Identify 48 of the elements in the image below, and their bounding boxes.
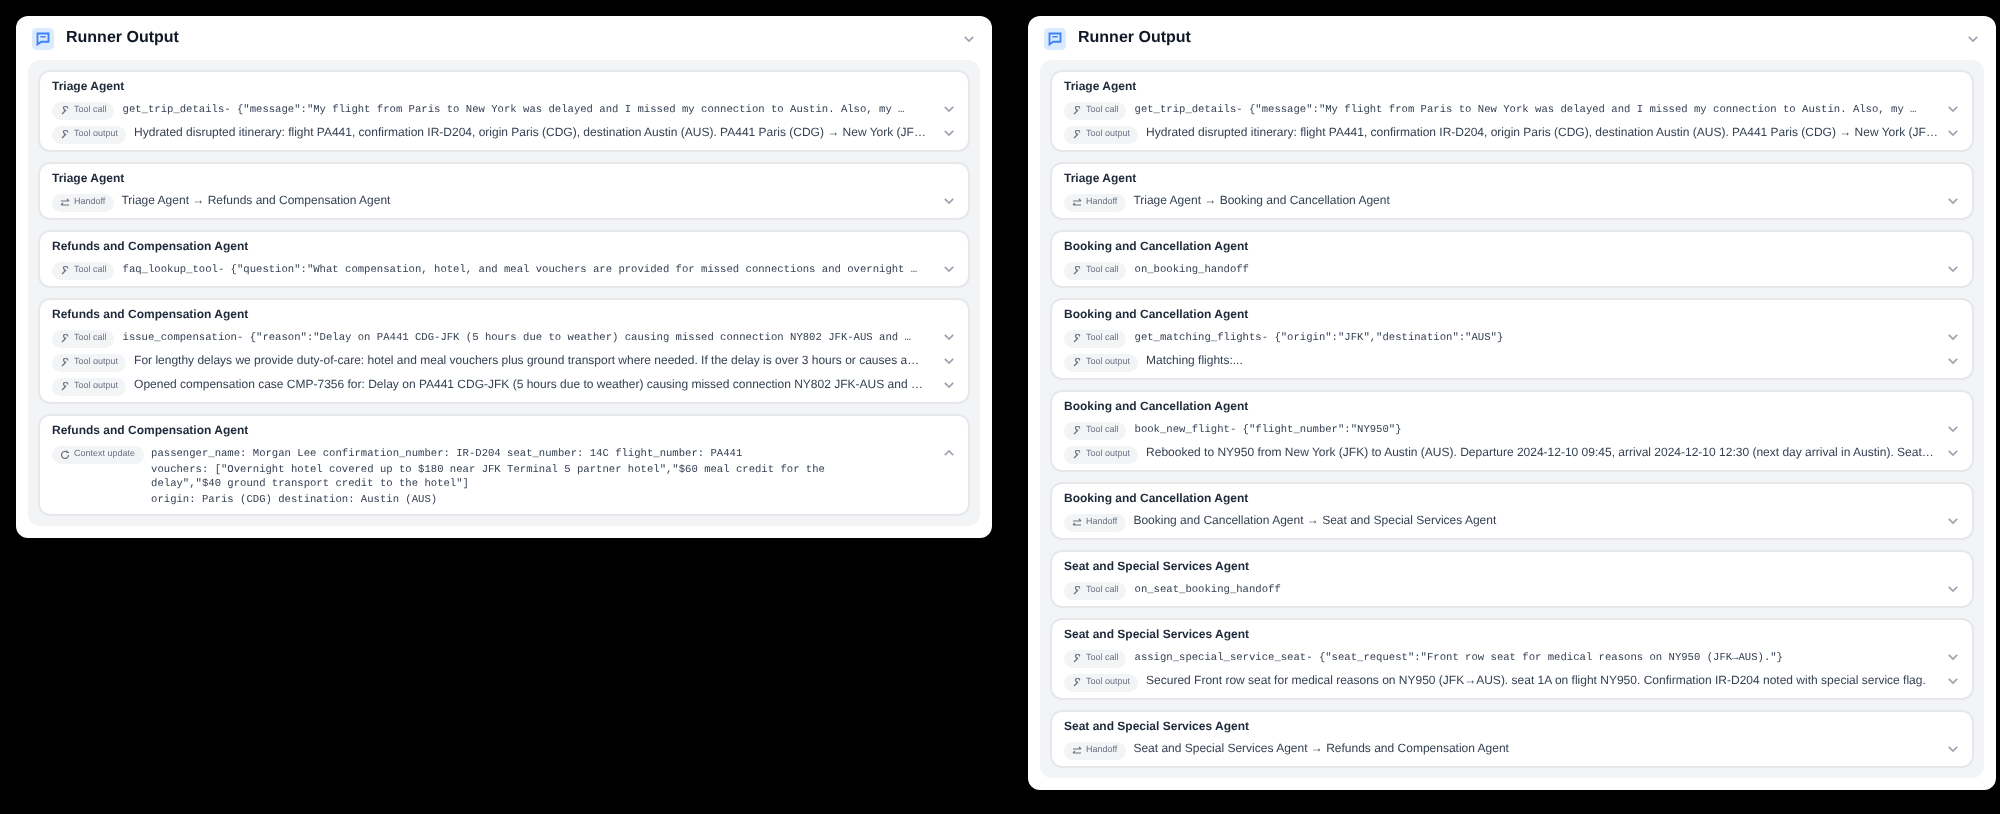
chevron-down-icon[interactable] [1946, 261, 1960, 275]
refresh-icon [60, 449, 70, 459]
chevron-down-icon[interactable] [1946, 445, 1960, 459]
chevron-down-icon[interactable] [942, 193, 956, 207]
swap-arrows-icon [1072, 517, 1082, 527]
wrench-icon [1072, 677, 1082, 687]
chevron-down-icon[interactable] [1966, 31, 1980, 45]
chevron-down-icon[interactable] [1946, 649, 1960, 663]
chevron-down-icon[interactable] [1946, 741, 1960, 755]
wrench-icon [60, 381, 70, 391]
wrench-icon [1072, 449, 1082, 459]
wrench-icon [1072, 585, 1082, 595]
chevron-down-icon[interactable] [1946, 673, 1960, 687]
wrench-icon [1072, 653, 1082, 663]
chevron-down-icon[interactable] [942, 329, 956, 343]
wrench-icon [60, 129, 70, 139]
chevron-down-icon[interactable] [942, 353, 956, 367]
wrench-icon [1072, 129, 1082, 139]
chevron-down-icon[interactable] [1946, 193, 1960, 207]
wrench-icon [1072, 333, 1082, 343]
chevron-down-icon[interactable] [1946, 125, 1960, 139]
chat-bubble-icon [32, 27, 54, 49]
chevron-down-icon[interactable] [1946, 101, 1960, 115]
chevron-down-icon[interactable] [1946, 329, 1960, 343]
swap-arrows-icon [1072, 745, 1082, 755]
wrench-icon [60, 333, 70, 343]
chevron-down-icon[interactable] [1946, 513, 1960, 527]
chevron-down-icon[interactable] [942, 261, 956, 275]
wrench-icon [1072, 105, 1082, 115]
wrench-icon [1072, 357, 1082, 367]
wrench-icon [60, 357, 70, 367]
swap-arrows-icon [60, 197, 70, 207]
chevron-down-icon[interactable] [1946, 353, 1960, 367]
chevron-down-icon[interactable] [1946, 421, 1960, 435]
wrench-icon [1072, 425, 1082, 435]
chevron-down-icon[interactable] [942, 125, 956, 139]
chevron-up-icon[interactable] [942, 445, 956, 459]
wrench-icon [60, 105, 70, 115]
panel-title: Runner Output [1078, 26, 1191, 50]
chevron-down-icon[interactable] [962, 31, 976, 45]
swap-arrows-icon [1072, 197, 1082, 207]
wrench-icon [60, 265, 70, 275]
chat-bubble-icon [1044, 27, 1066, 49]
panel-title: Runner Output [66, 26, 179, 50]
chevron-down-icon[interactable] [942, 377, 956, 391]
chevron-down-icon[interactable] [1946, 581, 1960, 595]
chevron-down-icon[interactable] [942, 101, 956, 115]
wrench-icon [1072, 265, 1082, 275]
